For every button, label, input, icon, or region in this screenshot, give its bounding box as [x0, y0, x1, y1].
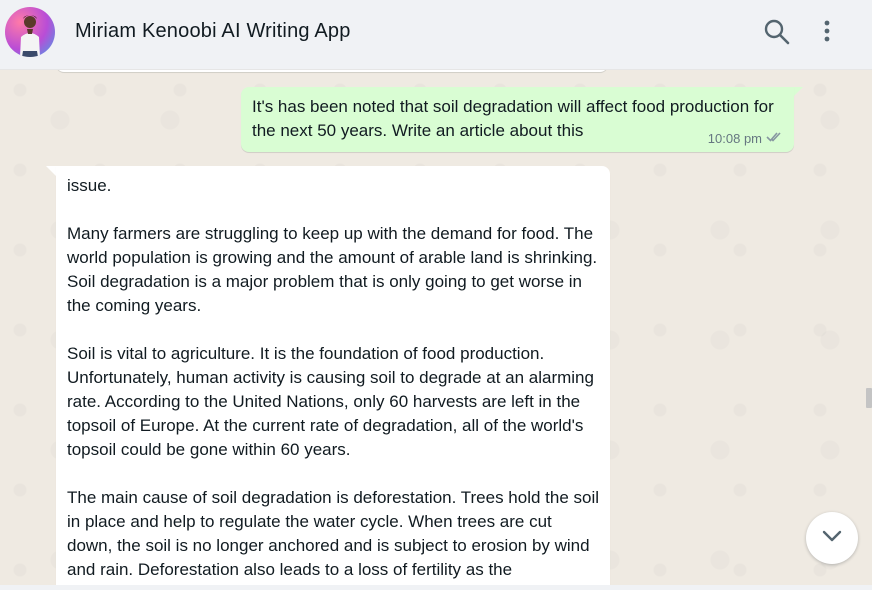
previous-message-bubble — [56, 70, 608, 72]
message-paragraph: Soil is vital to agriculture. It is the … — [67, 344, 594, 459]
chat-header: Miriam Kenoobi AI Writing App — [0, 0, 872, 70]
bottom-edge — [0, 585, 872, 590]
chevron-down-icon — [821, 529, 843, 548]
message-paragraph: The main cause of soil degradation is de… — [67, 488, 600, 579]
double-check-icon — [766, 131, 784, 146]
incoming-message-text: issue. Many farmers are struggling to ke… — [67, 174, 600, 582]
scrollbar-thumb[interactable] — [866, 388, 872, 408]
search-icon[interactable] — [762, 17, 792, 47]
message-paragraph: issue. — [67, 176, 112, 195]
outgoing-message[interactable]: It's has been noted that soil degradatio… — [241, 87, 794, 152]
message-time: 10:08 pm — [707, 131, 762, 146]
message-paragraph: Many farmers are struggling to keep up w… — [67, 224, 598, 315]
chat-area[interactable]: It's has been noted that soil degradatio… — [0, 70, 872, 590]
chat-title: Miriam Kenoobi AI Writing App — [75, 20, 351, 42]
incoming-message[interactable]: issue. Many farmers are struggling to ke… — [56, 166, 610, 590]
user-avatar[interactable] — [5, 7, 55, 57]
avatar-figure-icon — [20, 15, 40, 57]
kebab-menu-icon[interactable] — [812, 17, 842, 47]
message-meta: 10:08 pm — [708, 131, 784, 146]
incoming-bubble-tail — [46, 166, 56, 176]
scroll-to-bottom-button[interactable] — [806, 512, 858, 564]
